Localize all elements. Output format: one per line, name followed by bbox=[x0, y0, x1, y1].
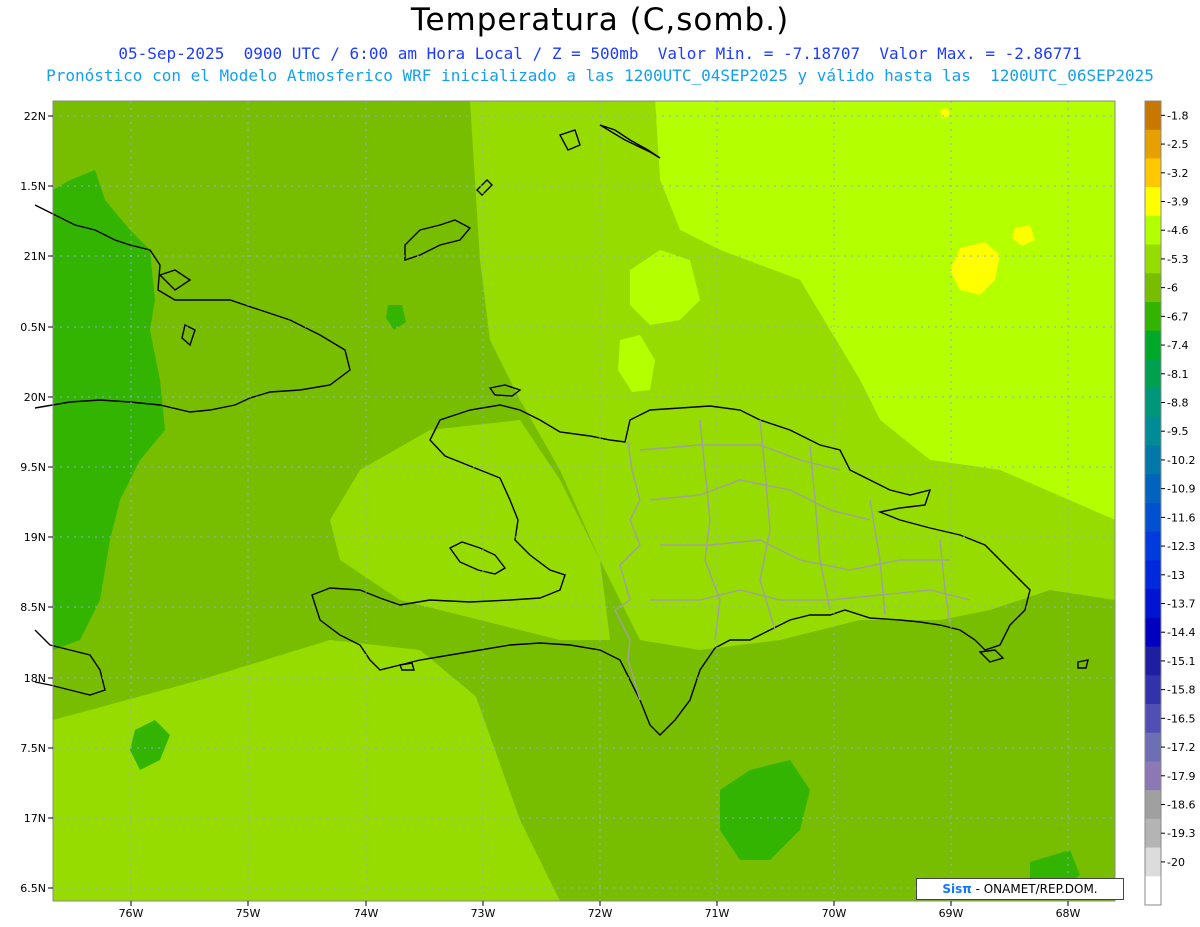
colorbar-label: -11.6 bbox=[1167, 511, 1195, 524]
colorbar-label: -13.7 bbox=[1167, 598, 1195, 611]
lat-label: 6.5N bbox=[20, 882, 46, 895]
colorbar-label: -10.2 bbox=[1167, 454, 1195, 467]
lon-label: 70W bbox=[822, 907, 847, 920]
colorbar-label: -18.6 bbox=[1167, 799, 1195, 812]
colorbar-swatch bbox=[1145, 416, 1161, 447]
colorbar-label: -7.4 bbox=[1167, 339, 1188, 352]
colorbar-swatch bbox=[1145, 732, 1161, 762]
colorbar-label: -17.2 bbox=[1167, 741, 1195, 754]
colorbar-label: -15.1 bbox=[1167, 655, 1195, 668]
colorbar-swatch bbox=[1145, 474, 1161, 504]
colorbar-swatch bbox=[1145, 818, 1161, 849]
colorbar-label: -1.8 bbox=[1167, 109, 1188, 122]
colorbar-swatch bbox=[1145, 589, 1161, 619]
colorbar-swatch bbox=[1145, 158, 1161, 188]
colorbar-swatch bbox=[1145, 445, 1161, 475]
lat-label: 1.5N bbox=[20, 180, 46, 193]
lat-label: 18N bbox=[24, 672, 46, 685]
lon-label: 69W bbox=[939, 907, 964, 920]
colorbar-label: -6 bbox=[1167, 282, 1178, 295]
lon-labels: 76W 75W 74W 73W 72W 71W 70W 69W 68W bbox=[119, 907, 1081, 920]
lon-label: 68W bbox=[1056, 907, 1081, 920]
lat-label: 9.5N bbox=[20, 461, 46, 474]
colorbar-swatch bbox=[1145, 531, 1161, 561]
colorbar-swatch bbox=[1145, 101, 1161, 131]
colorbar-swatch bbox=[1145, 847, 1161, 877]
lat-label: 21N bbox=[24, 250, 46, 263]
lat-label: 7.5N bbox=[20, 742, 46, 755]
colorbar-swatch bbox=[1145, 302, 1161, 332]
credit-text: - ONAMET/REP.DOM. bbox=[971, 882, 1098, 896]
colorbar-swatch bbox=[1145, 617, 1161, 648]
colorbar-swatch bbox=[1145, 503, 1161, 533]
colorbar-label: -8.8 bbox=[1167, 397, 1188, 410]
colorbar-label: -6.7 bbox=[1167, 310, 1188, 323]
lon-label: 71W bbox=[705, 907, 730, 920]
lon-label: 73W bbox=[471, 907, 496, 920]
lat-label: 22N bbox=[24, 110, 46, 123]
lat-ticks bbox=[48, 115, 53, 889]
colorbar-label: -15.8 bbox=[1167, 684, 1195, 697]
lon-ticks bbox=[130, 901, 1069, 906]
colorbar-swatch bbox=[1145, 761, 1161, 791]
lat-label: 0.5N bbox=[20, 321, 46, 334]
lon-label: 72W bbox=[588, 907, 613, 920]
colorbar-swatch bbox=[1145, 790, 1161, 820]
colorbar-label: -8.1 bbox=[1167, 368, 1188, 381]
lon-label: 74W bbox=[354, 907, 379, 920]
colorbar-swatch bbox=[1145, 646, 1161, 676]
colorbar-label: -13 bbox=[1167, 569, 1185, 582]
colorbar-swatch bbox=[1145, 330, 1161, 360]
colorbar-label: -4.6 bbox=[1167, 224, 1188, 237]
colorbar-label: -20 bbox=[1167, 856, 1185, 869]
colorbar-label: -14.4 bbox=[1167, 626, 1195, 639]
colorbar-swatch bbox=[1145, 675, 1161, 705]
colorbar-label: -12.3 bbox=[1167, 540, 1195, 553]
colorbar-swatch bbox=[1145, 129, 1161, 159]
colorbar-label: -17.9 bbox=[1167, 770, 1195, 783]
colorbar-swatch bbox=[1145, 215, 1161, 246]
colorbar-label: -16.5 bbox=[1167, 712, 1195, 725]
lat-label: 19N bbox=[24, 531, 46, 544]
sispi-logo: Sisπ bbox=[942, 882, 972, 896]
colorbar-label: -5.3 bbox=[1167, 253, 1188, 266]
lat-label: 8.5N bbox=[20, 601, 46, 614]
colorbar-label: -3.2 bbox=[1167, 167, 1188, 180]
colorbar-swatch bbox=[1145, 187, 1161, 217]
colorbar-swatch bbox=[1145, 273, 1161, 303]
colorbar-label: -19.3 bbox=[1167, 827, 1195, 840]
colorbar-swatch bbox=[1145, 359, 1161, 389]
colorbar-label: -2.5 bbox=[1167, 138, 1188, 151]
colorbar-label: -3.9 bbox=[1167, 196, 1188, 209]
colorbar-swatch bbox=[1145, 876, 1161, 906]
colorbar-swatch bbox=[1145, 560, 1161, 590]
credit-box: Sisπ - ONAMET/REP.DOM. bbox=[916, 878, 1124, 900]
colorbar-label: -9.5 bbox=[1167, 425, 1188, 438]
lat-labels: 22N 1.5N 21N 0.5N 20N 9.5N 19N 8.5N 18N … bbox=[20, 110, 46, 895]
lat-label: 20N bbox=[24, 391, 46, 404]
colorbar: -1.8 -2.5 -3.2 -3.9 -4.6 -5.3 -6 -6.7 -7.4 -8.1 -8… bbox=[1144, 100, 1195, 906]
lon-label: 75W bbox=[236, 907, 261, 920]
temperature-map: 22N 1.5N 21N 0.5N 20N 9.5N 19N 8.5N 18N … bbox=[20, 100, 1195, 920]
colorbar-swatch bbox=[1145, 388, 1161, 418]
lat-label: 17N bbox=[24, 812, 46, 825]
colorbar-label: -10.9 bbox=[1167, 483, 1195, 496]
colorbar-swatch bbox=[1145, 704, 1161, 734]
colorbar-swatch bbox=[1145, 244, 1161, 274]
lon-label: 76W bbox=[119, 907, 144, 920]
